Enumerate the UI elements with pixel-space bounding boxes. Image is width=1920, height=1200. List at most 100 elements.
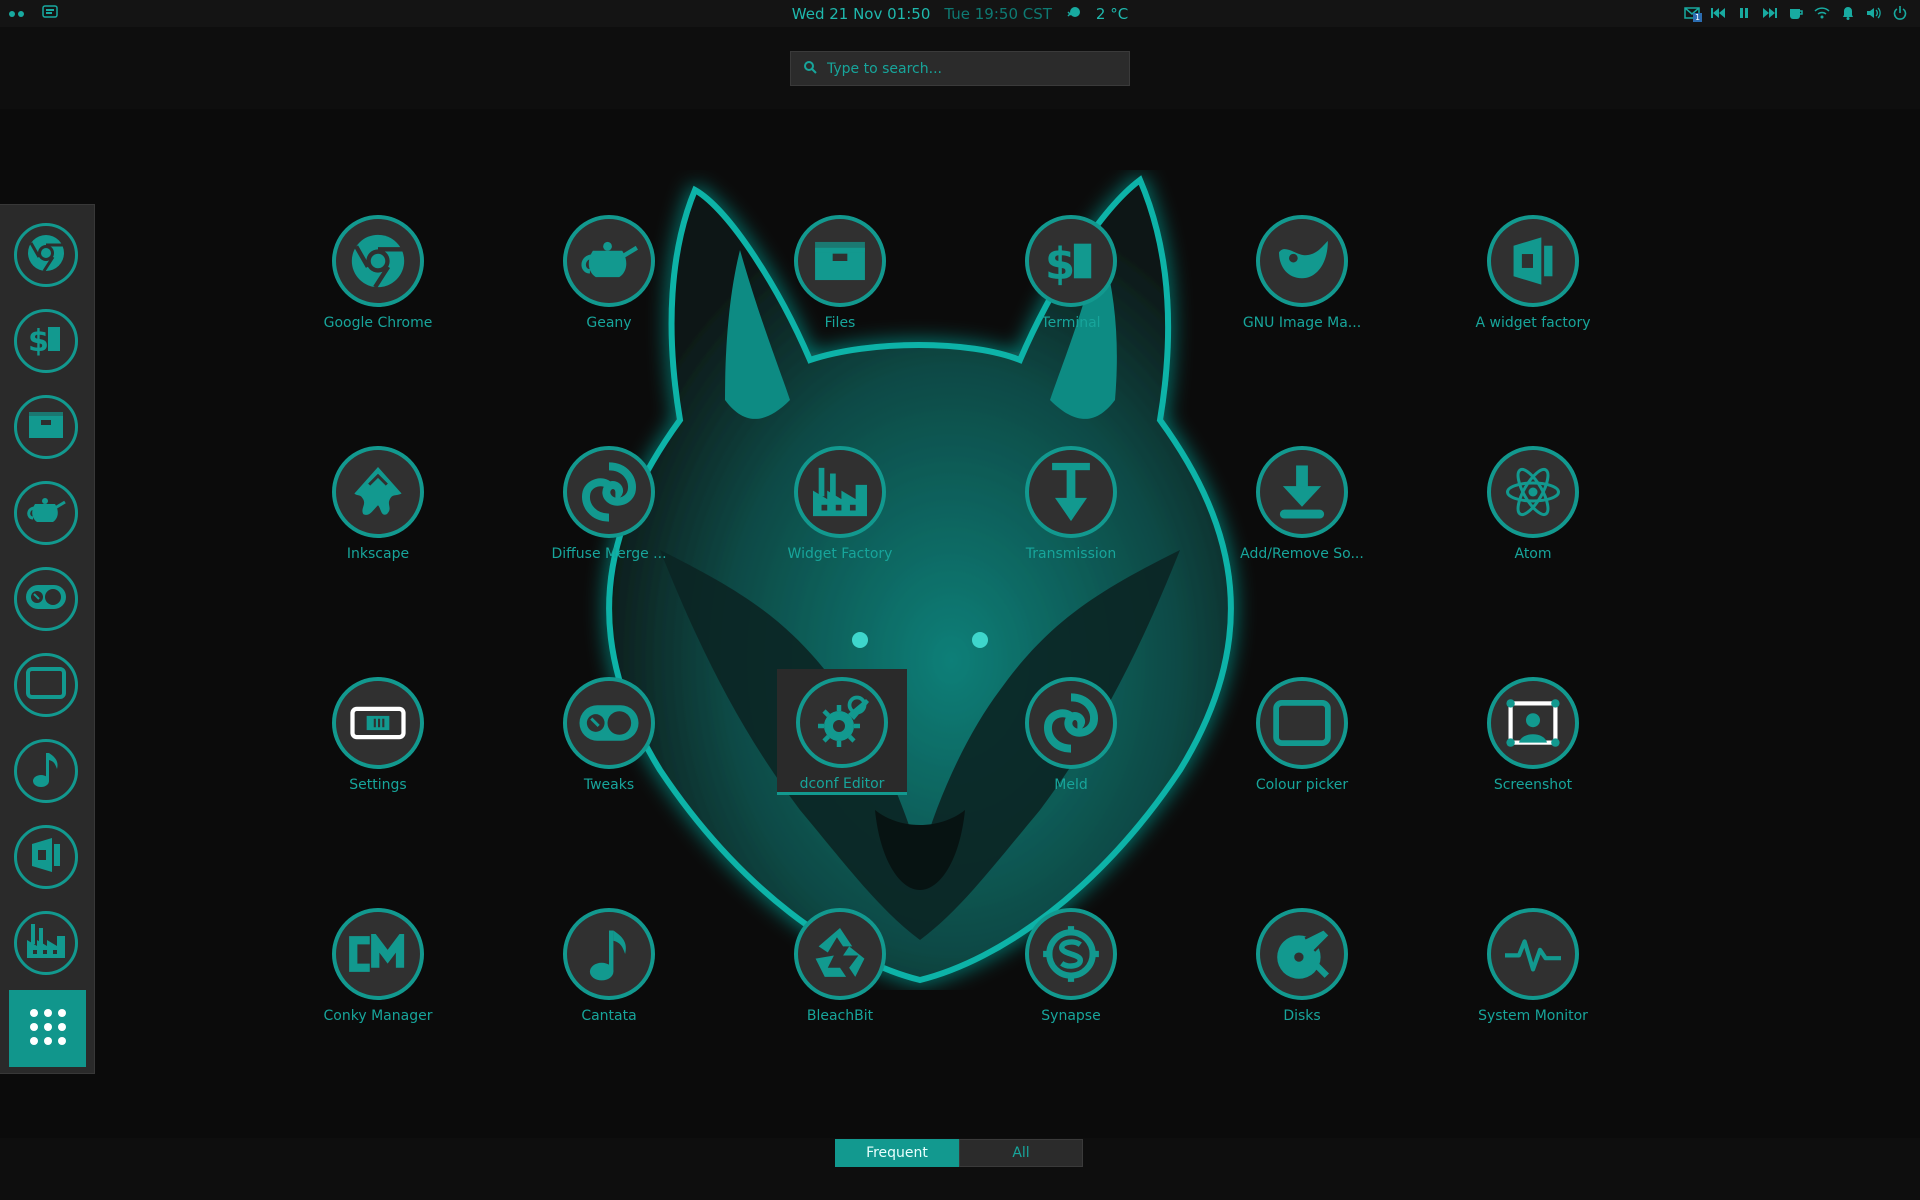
app-colour-picker[interactable]: Colour picker [1237,669,1367,799]
top-panel: Wed 21 Nov 01:50 Tue 19:50 CST 2 °C 1 [0,0,1920,27]
app-label: Inkscape [346,546,410,562]
factory-icon [25,922,67,964]
app-label: Geany [586,315,632,331]
app-label: Conky Manager [323,1008,433,1024]
files-icon [27,410,65,444]
app-widget-factory[interactable]: Widget Factory [775,438,905,568]
dock-item-files[interactable] [14,395,78,459]
app-label: Disks [1283,1008,1321,1024]
app-disks[interactable]: Disks [1237,900,1367,1030]
tweaks-icon [25,584,67,614]
dock-item-cantata[interactable] [14,739,78,803]
app-label: Cantata [581,1008,637,1024]
app-tweaks[interactable]: Tweaks [544,669,674,799]
system-monitor-icon [1487,908,1579,1000]
notifications-icon[interactable] [1840,3,1856,23]
teapot-icon [563,215,655,307]
widget-factory-icon [28,836,64,878]
app-dconf-editor[interactable]: dconf Editor [777,669,907,795]
dock-item-geany[interactable] [14,481,78,545]
app-grid-icon [26,1005,70,1053]
app-screenshot[interactable]: Screenshot [1468,669,1598,799]
tab-frequent[interactable]: Frequent [835,1139,959,1167]
app-geany[interactable]: Geany [544,207,674,337]
factory-icon [794,446,886,538]
app-terminal[interactable]: $ Terminal [1006,207,1136,337]
app-transmission[interactable]: Transmission [1006,438,1136,568]
svg-text:$: $ [1045,239,1075,287]
app-label: Settings [349,777,407,793]
app-label: Add/Remove So... [1240,546,1364,562]
app-label: Tweaks [583,777,635,793]
app-system-monitor[interactable]: System Monitor [1468,900,1598,1030]
app-a-widget-factory[interactable]: A widget factory [1468,207,1598,337]
app-bleachbit[interactable]: BleachBit [775,900,905,1030]
app-atom[interactable]: Atom [1468,438,1598,568]
app-label: Terminal [1041,315,1101,331]
inkscape-icon [332,446,424,538]
mail-count-badge: 1 [1693,13,1703,22]
app-label: Diffuse Merge ... [551,546,667,562]
next-track-icon[interactable] [1762,3,1778,23]
chrome-icon [24,231,68,279]
app-label: System Monitor [1478,1008,1588,1024]
app-synapse[interactable]: Synapse [1006,900,1136,1030]
colour-picker-icon [1256,677,1348,769]
software-install-icon [1256,446,1348,538]
music-note-icon [563,908,655,1000]
app-files[interactable]: Files [775,207,905,337]
show-applications-button[interactable] [9,990,86,1067]
world-clock[interactable]: Tue 19:50 CST [944,5,1052,23]
tab-all[interactable]: All [959,1139,1083,1167]
gimp-icon [1256,215,1348,307]
clock[interactable]: Wed 21 Nov 01:50 [792,5,931,23]
app-conky-manager[interactable]: Conky Manager [313,900,443,1030]
app-label: Colour picker [1255,777,1349,793]
wifi-icon[interactable] [1814,3,1830,23]
app-label: Transmission [1025,546,1117,562]
pause-icon[interactable] [1736,3,1752,23]
power-icon[interactable] [1892,3,1908,23]
recycle-icon [794,908,886,1000]
app-diffuse[interactable]: Diffuse Merge ... [544,438,674,568]
synapse-icon [1025,908,1117,1000]
dock-item-colour-picker[interactable] [14,653,78,717]
widget-factory-icon [1487,215,1579,307]
chrome-icon [332,215,424,307]
app-add-remove-software[interactable]: Add/Remove So... [1237,438,1367,568]
dock-item-tweaks[interactable] [14,567,78,631]
terminal-icon: $ [1025,215,1117,307]
volume-icon[interactable] [1866,3,1882,23]
app-label: BleachBit [806,1008,874,1024]
dconf-icon [796,677,888,768]
dock-item-google-chrome[interactable] [14,223,78,287]
meld-icon [1025,677,1117,769]
weather-temperature[interactable]: 2 °C [1096,5,1128,23]
app-meld[interactable]: Meld [1006,669,1136,799]
dock-item-factory[interactable] [14,911,78,975]
terminal-icon: $ [26,321,66,361]
app-settings[interactable]: Settings [313,669,443,799]
weather-icon [1066,4,1082,24]
app-inkscape[interactable]: Inkscape [313,438,443,568]
search-box[interactable] [790,51,1130,86]
mail-icon[interactable]: 1 [1684,3,1703,23]
previous-track-icon[interactable] [1710,3,1726,23]
app-label: Meld [1054,777,1088,793]
app-google-chrome[interactable]: Google Chrome [313,207,443,337]
search-input[interactable] [827,60,1117,77]
atom-icon [1487,446,1579,538]
teapot-icon [25,496,67,530]
dash-dock: $ [0,204,95,1074]
app-cantata[interactable]: Cantata [544,900,674,1030]
dock-item-widget-factory[interactable] [14,825,78,889]
music-note-icon [31,749,61,793]
app-label: Synapse [1041,1008,1101,1024]
files-icon [794,215,886,307]
app-gimp[interactable]: GNU Image Ma... [1237,207,1367,337]
dock-item-terminal[interactable]: $ [14,309,78,373]
app-label: GNU Image Ma... [1242,315,1362,331]
app-label: Widget Factory [787,546,893,562]
app-label: Files [824,315,856,331]
caffeine-icon[interactable] [1788,3,1804,23]
